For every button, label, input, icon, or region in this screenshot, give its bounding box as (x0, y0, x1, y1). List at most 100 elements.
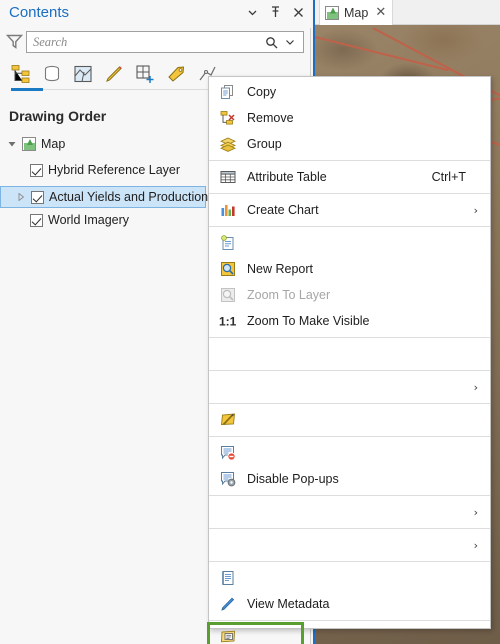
submenu-arrow-icon: › (473, 380, 478, 394)
zoom-to-make-visible-icon (217, 286, 239, 304)
zoom-to-source-resolution-icon: 1:1 (217, 312, 239, 330)
map-tab-bar: Map ✕ (313, 0, 500, 25)
menu-separator (209, 226, 490, 227)
list-by-labeling-icon[interactable] (165, 62, 187, 86)
menu-separator (209, 528, 490, 529)
chevron-down-icon[interactable] (245, 4, 259, 20)
menu-item-zoom-to-make-visible: Zoom To Layer (209, 282, 490, 308)
drawing-order-title: Drawing Order (9, 108, 107, 124)
layer-visibility-checkbox[interactable] (31, 190, 44, 204)
menu-separator (209, 561, 490, 562)
menu-separator (209, 193, 490, 194)
application-window: Map ✕ Empalme Contents (0, 0, 500, 644)
menu-separator (209, 620, 490, 621)
toolbar-active-indicator (11, 88, 43, 91)
tree-item-label: Actual Yields and Production (49, 190, 209, 204)
menu-item-copy[interactable]: Copy (209, 79, 490, 105)
list-by-snapping-icon[interactable] (134, 62, 156, 86)
menu-item-label: New Report (247, 262, 313, 276)
tree-item-world-imagery[interactable]: World Imagery (0, 210, 207, 230)
menu-item-create-chart[interactable]: Create Chart › (209, 197, 490, 223)
search-row: Search (0, 28, 311, 56)
menu-item-view-metadata[interactable] (209, 565, 490, 591)
menu-item-label: Copy (247, 85, 277, 99)
menu-separator (209, 337, 490, 338)
list-by-editing-icon[interactable] (103, 62, 125, 86)
menu-item-label: Disable Pop-ups (247, 472, 339, 486)
list-by-selection-icon[interactable] (72, 62, 94, 86)
menu-item-label: Remove (247, 111, 294, 125)
menu-item-sharing[interactable]: › (209, 532, 490, 558)
menu-item-properties[interactable] (207, 622, 304, 644)
menu-item-zoom-to-source-resolution[interactable]: 1:1 Zoom To Make Visible (209, 308, 490, 334)
map-icon (22, 137, 36, 151)
remove-icon (217, 109, 239, 127)
menu-item-edit-metadata[interactable]: View Metadata (209, 591, 490, 617)
menu-separator (209, 160, 490, 161)
menu-item-zoom-to-layer[interactable]: New Report (209, 256, 490, 282)
menu-separator (209, 436, 490, 437)
expander-collapse-icon[interactable] (8, 140, 22, 148)
edit-metadata-icon (217, 595, 239, 613)
copy-icon (217, 83, 239, 101)
menu-item-label: Attribute Table (247, 170, 327, 184)
tree-item-hybrid-reference-layer[interactable]: Hybrid Reference Layer (0, 160, 207, 180)
map-road (313, 33, 449, 71)
list-by-data-source-icon[interactable] (41, 62, 63, 86)
pane-header-buttons (245, 4, 305, 20)
search-input-placeholder: Search (33, 34, 68, 49)
menu-separator (209, 370, 490, 371)
layer-visibility-checkbox[interactable] (30, 163, 43, 177)
menu-separator (209, 495, 490, 496)
submenu-arrow-icon: › (473, 538, 478, 552)
list-by-drawing-order-icon[interactable] (10, 62, 32, 86)
search-options-chevron-icon[interactable] (285, 37, 303, 47)
submenu-arrow-icon: › (473, 505, 478, 519)
search-icon[interactable] (265, 36, 285, 49)
svg-text:1:1: 1:1 (219, 315, 237, 329)
properties-icon (217, 628, 239, 644)
menu-item-data[interactable]: › (209, 499, 490, 525)
new-report-icon (217, 234, 239, 252)
group-icon (217, 135, 239, 153)
submenu-arrow-icon: › (473, 203, 478, 217)
menu-item-label: Create Chart (247, 203, 319, 217)
menu-item-accelerator: Ctrl+T (431, 170, 466, 184)
menu-item-attribute-table[interactable]: Attribute Table Ctrl+T (209, 164, 490, 190)
create-chart-icon (217, 201, 239, 219)
menu-item-new-report[interactable] (209, 230, 490, 256)
tree-item-label: World Imagery (48, 213, 130, 227)
tab-close-icon[interactable]: ✕ (375, 6, 386, 19)
menu-item-label: Zoom To Make Visible (247, 314, 370, 328)
menu-item-label: Group (247, 137, 282, 151)
attribute-table-icon (217, 168, 239, 186)
menu-item-use-service-cache (209, 341, 490, 367)
filter-icon[interactable] (6, 33, 23, 50)
menu-item-label: Zoom To Layer (247, 288, 331, 302)
menu-item-group[interactable]: Group (209, 131, 490, 157)
tab-map[interactable]: Map ✕ (319, 0, 394, 25)
tree-item-label: Map (41, 137, 66, 151)
menu-item-configure-popups[interactable]: Disable Pop-ups (209, 466, 490, 492)
zoom-to-layer-icon (217, 260, 239, 278)
search-input[interactable]: Search (26, 31, 304, 53)
tree-item-actual-yields-and-production[interactable]: Actual Yields and Production (0, 186, 209, 208)
close-icon[interactable] (291, 4, 305, 20)
page-title: Contents (9, 4, 70, 21)
pin-icon[interactable] (268, 4, 282, 20)
layer-context-menu: Copy Remove Group Attribute Table Ctrl+T… (207, 76, 491, 644)
menu-separator (209, 403, 490, 404)
menu-item-selection[interactable]: › (209, 374, 490, 400)
tree-item-map[interactable]: Map (0, 134, 207, 154)
menu-item-symbology[interactable] (209, 407, 490, 433)
menu-item-disable-popups[interactable] (209, 440, 490, 466)
layer-visibility-checkbox[interactable] (30, 213, 43, 227)
expander-expand-icon[interactable] (17, 193, 31, 201)
symbology-icon (217, 411, 239, 429)
map-view-icon (325, 5, 339, 20)
view-metadata-icon (217, 569, 239, 587)
tab-map-label: Map (344, 5, 369, 20)
menu-item-label: View Metadata (247, 597, 330, 611)
contents-pane-header: Contents (0, 0, 311, 28)
menu-item-remove[interactable]: Remove (209, 105, 490, 131)
